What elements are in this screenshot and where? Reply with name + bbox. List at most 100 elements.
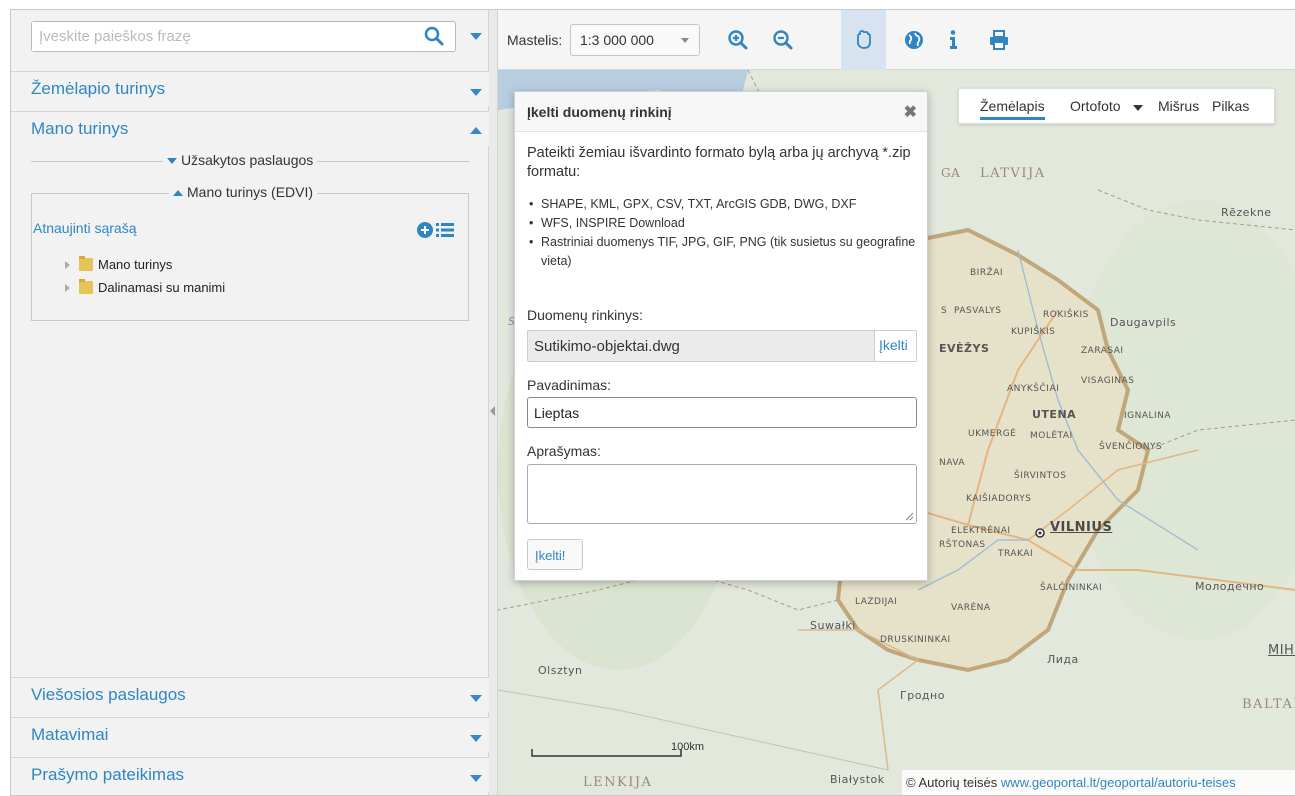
subsection-uzsakytos-paslaugos[interactable]: Užsakytos paslaugos <box>163 152 318 168</box>
map-toolbar: Mastelis: 1:3 000 000 <box>498 10 1295 70</box>
globe-icon <box>905 31 923 49</box>
map-label-sirvintos: ŠIRVINTOS <box>1014 471 1067 481</box>
scale-select-value: 1:3 000 000 <box>580 32 654 48</box>
accordion-label: Prašymo pateikimas <box>31 765 185 784</box>
search-row <box>11 10 489 63</box>
accordion-matavimai[interactable]: Matavimai <box>11 717 489 752</box>
map-label-vilnius: VILNIUS <box>1050 520 1113 535</box>
map-label-svencionys: ŠVENČIONYS <box>1099 442 1163 452</box>
map-label-bialystok: Białystok <box>830 773 885 786</box>
upload-file-button[interactable]: Įkelti <box>874 331 916 361</box>
expand-arrow-icon[interactable] <box>65 284 70 292</box>
accordion-label: Žemėlapio turinys <box>31 79 166 98</box>
map-label-varena: VARĖNA <box>951 603 991 613</box>
description-textarea[interactable] <box>527 464 917 524</box>
pan-hand-icon <box>857 30 871 49</box>
map-label-pasvalys: PASVALYS <box>954 306 1002 316</box>
copyright-text: © Autorių teisės <box>906 775 998 790</box>
map-label-kaisiadorys: KAIŠIADORYS <box>966 494 1032 504</box>
map-label-nava: NAVA <box>939 458 966 468</box>
info-button[interactable] <box>931 10 976 70</box>
list-item: WFS, INSPIRE Download <box>527 214 922 233</box>
map-label-baltar: BALTAR <box>1242 697 1295 712</box>
name-input[interactable]: Lieptas <box>527 397 917 428</box>
map-label-moletai: MOLĖTAI <box>1030 431 1073 441</box>
map-label-kupiskis: KUPIŠKIS <box>1011 327 1056 337</box>
search-input[interactable] <box>32 22 392 51</box>
map-label-birzai: BIRŽAI <box>970 268 1004 278</box>
zoom-in-button[interactable] <box>715 10 760 70</box>
map-label-ignalina: IGNALINA <box>1124 411 1172 421</box>
chevron-down-icon <box>470 89 482 96</box>
name-label: Pavadinimas: <box>527 377 612 393</box>
map-type-zemelapis[interactable]: Žemėlapis <box>980 98 1045 120</box>
left-panel: Žemėlapio turinys Mano turinys Užsakytos… <box>11 10 489 795</box>
submit-upload-button[interactable]: Įkelti! <box>527 539 583 570</box>
zoom-out-icon <box>773 30 793 50</box>
dialog-header: Įkelti duomenų rinkinį ✖ <box>515 92 927 132</box>
panel-splitter[interactable] <box>489 10 498 795</box>
description-label: Aprašymas: <box>527 443 601 459</box>
chevron-up-icon <box>470 127 482 134</box>
map-type-ortofoto[interactable]: Ortofoto <box>1070 98 1121 114</box>
accordion-zemelapio-turinys[interactable]: Žemėlapio turinys <box>11 71 489 106</box>
name-input-value: Lieptas <box>534 405 580 421</box>
copyright-link[interactable]: www.geoportal.lt/geoportal/autoriu-teise… <box>1001 775 1236 790</box>
pan-button[interactable] <box>841 10 886 70</box>
map-type-misrus[interactable]: Mišrus <box>1158 98 1199 114</box>
map-label-ga: GA <box>941 166 961 180</box>
map-label-rezekne: Rēzekne <box>1221 206 1272 219</box>
collapse-arrow-icon[interactable] <box>490 406 495 416</box>
map-label-druskininkai: DRUSKININKAI <box>880 635 951 645</box>
map-type-switcher: Žemėlapis Ortofoto Mišrus Pilkas <box>958 88 1275 124</box>
accordion-prasymo-pateikimas[interactable]: Prašymo pateikimas <box>11 757 489 792</box>
folder-icon <box>79 256 93 271</box>
map-type-pilkas[interactable]: Pilkas <box>1212 98 1249 114</box>
print-icon <box>990 30 1008 50</box>
search-icon[interactable] <box>423 25 445 47</box>
upload-dataset-dialog: Įkelti duomenų rinkinį ✖ Pateikti žemiau… <box>514 91 928 581</box>
map-label-ukmerge: UKMERGĖ <box>968 429 1017 439</box>
accordion-mano-turinys[interactable]: Mano turinys <box>11 111 489 146</box>
map-label-s: S <box>941 306 948 316</box>
app-window: Žemėlapio turinys Mano turinys Užsakytos… <box>10 9 1295 796</box>
chevron-down-icon <box>470 695 482 702</box>
info-icon <box>950 30 957 49</box>
map-label-olsztyn: Olsztyn <box>538 664 583 677</box>
map-label-elektrenai: ELEKTRĖNAI <box>951 526 1011 536</box>
map-label-lazdijai: LAZDIJAI <box>855 597 898 607</box>
map-label-lenkija: LENKIJA <box>583 775 653 790</box>
globe-button[interactable] <box>891 10 936 70</box>
map-label-grodno: Гродно <box>900 689 945 702</box>
subsection-label: Užsakytos paslaugos <box>181 152 314 168</box>
search-options-chevron-icon[interactable] <box>470 33 482 40</box>
edvi-section <box>31 193 469 321</box>
search-box <box>31 21 456 52</box>
close-icon[interactable]: ✖ <box>904 102 917 122</box>
refresh-list-link[interactable]: Atnaujinti sąrašą <box>33 220 137 236</box>
accordion-label: Viešosios paslaugos <box>31 685 186 704</box>
folder-icon <box>79 279 93 294</box>
dataset-file-field[interactable]: Sutikimo-objektai.dwg Įkelti <box>527 330 917 362</box>
accordion-viesosios-paslaugos[interactable]: Viešosios paslaugos <box>11 677 489 712</box>
map-label-salcininkai: ŠALČININKAI <box>1040 583 1103 593</box>
dialog-intro: Pateikti žemiau išvardinto formato bylą … <box>527 145 911 180</box>
dataset-label: Duomenų rinkinys: <box>527 307 643 323</box>
tree-item-label: Dalinamasi su manimi <box>98 280 226 295</box>
scale-bar-line <box>531 749 682 757</box>
map-label-daugavpils: Daugavpils <box>1110 316 1177 329</box>
list-icon[interactable] <box>436 222 454 238</box>
ortofoto-dropdown-icon[interactable] <box>1133 105 1143 111</box>
copyright-bar: © Autorių teisės www.geoportal.lt/geopor… <box>902 770 1295 795</box>
zoom-out-button[interactable] <box>760 10 805 70</box>
map-label-utena: UTENA <box>1032 408 1077 421</box>
add-circle-icon[interactable] <box>417 222 433 238</box>
print-button[interactable] <box>976 10 1021 70</box>
subsection-mano-turinys-edvi[interactable]: Mano turinys (EDVI) <box>169 184 318 200</box>
dataset-file-name: Sutikimo-objektai.dwg <box>534 338 680 355</box>
map-label-rstonas: RŠTONAS <box>939 540 986 550</box>
scale-select[interactable]: 1:3 000 000 <box>570 24 700 56</box>
expand-arrow-icon[interactable] <box>65 261 70 269</box>
resize-grip-icon[interactable] <box>905 512 914 521</box>
map-label-zarasai: ZARASAI <box>1081 346 1124 356</box>
